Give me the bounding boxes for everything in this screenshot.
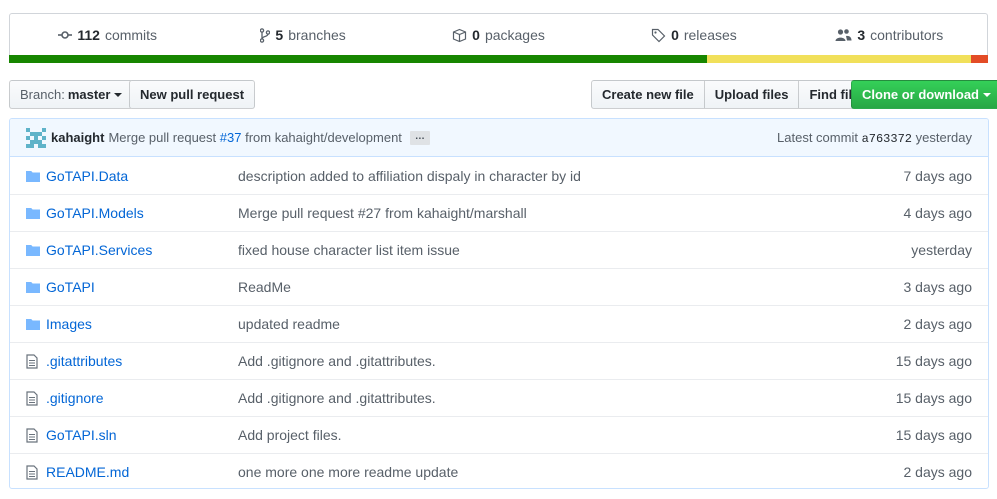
- branches-label: branches: [288, 27, 346, 43]
- file-commit-message-link[interactable]: updated readme: [238, 316, 904, 332]
- commit-message[interactable]: Merge pull request #37 from kahaight/dev…: [108, 130, 401, 145]
- people-icon: [835, 29, 852, 41]
- file-row: GoTAPI.Services fixed house character lis…: [10, 231, 988, 268]
- file-name-link[interactable]: .gitignore: [46, 390, 238, 406]
- branch-name: master: [67, 87, 111, 102]
- releases-count: 0: [671, 27, 679, 43]
- folder-icon: [10, 244, 46, 256]
- file-commit-age: yesterday: [911, 242, 972, 258]
- file-name-link[interactable]: GoTAPI.Data: [46, 168, 238, 184]
- commit-author[interactable]: kahaight: [51, 130, 104, 145]
- pull-request-link[interactable]: #37: [220, 130, 242, 145]
- latest-commit-label: Latest commit: [777, 129, 858, 145]
- commit-age: yesterday: [915, 129, 972, 145]
- branch-prefix: Branch:: [20, 87, 65, 102]
- file-commit-message-link[interactable]: one more one more readme update: [238, 464, 904, 480]
- file-navigation: Branch: master New pull request Create n…: [9, 80, 997, 109]
- language-bar[interactable]: [9, 55, 988, 63]
- commit-icon: [58, 31, 73, 39]
- file-name-link[interactable]: README.md: [46, 464, 238, 480]
- file-commit-age: 2 days ago: [903, 316, 973, 332]
- folder-icon: [10, 170, 46, 182]
- language-segment[interactable]: [971, 55, 988, 63]
- branches-link[interactable]: 5 branches: [205, 27, 400, 43]
- commit-message-suffix: from kahaight/development: [245, 130, 402, 145]
- file-commit-message-link[interactable]: Add .gitignore and .gitattributes.: [238, 390, 896, 406]
- file-name-link[interactable]: .gitattributes: [46, 353, 238, 369]
- language-segment[interactable]: [9, 55, 708, 63]
- file-commit-age: 15 days ago: [895, 427, 972, 443]
- clone-label: Clone or download: [862, 87, 979, 102]
- commits-label: commits: [104, 27, 158, 43]
- file-commit-message-link[interactable]: Add project files.: [238, 427, 896, 443]
- expand-commit-button[interactable]: …: [409, 130, 430, 145]
- language-segment[interactable]: [707, 55, 972, 63]
- file-icon: [10, 353, 46, 369]
- folder-icon: [10, 318, 46, 330]
- branch-icon: [260, 27, 271, 43]
- package-icon: [453, 28, 467, 42]
- repo-summary: 112 commits 5 branches 0 packages 0 rele…: [9, 13, 988, 63]
- packages-label: packages: [484, 27, 545, 43]
- file-name-link[interactable]: GoTAPI.Models: [46, 205, 238, 221]
- create-new-file-button[interactable]: Create new file: [591, 80, 705, 109]
- folder-icon: [10, 281, 46, 293]
- file-commit-message-link[interactable]: description added to affiliation dispaly…: [238, 168, 904, 184]
- commit-message-prefix: Merge pull request: [108, 130, 217, 145]
- file-commit-age: 7 days ago: [903, 167, 973, 184]
- file-commit-age: 3 days ago: [903, 279, 973, 295]
- contributors-label: contributors: [870, 27, 944, 43]
- releases-link[interactable]: 0 releases: [596, 27, 791, 43]
- new-pull-request-button[interactable]: New pull request: [129, 80, 256, 109]
- commit-sha-link[interactable]: a763372: [862, 132, 912, 146]
- file-row: .gitattributes Add .gitignore and .gitatt…: [10, 342, 988, 379]
- file-list: kahaight Merge pull request #37 from kah…: [9, 118, 989, 489]
- tag-icon: [651, 28, 666, 42]
- file-actions-group: Create new file Upload files Find file: [591, 80, 871, 109]
- file-icon: [10, 427, 46, 443]
- file-commit-age: 15 days ago: [895, 390, 972, 406]
- branch-select-button[interactable]: Branch: master: [9, 80, 134, 109]
- avatar[interactable]: [26, 127, 46, 148]
- commits-link[interactable]: 112 commits: [10, 27, 205, 43]
- releases-label: releases: [683, 27, 737, 43]
- file-commit-message-link[interactable]: fixed house character list item issue: [238, 242, 911, 258]
- file-name-link[interactable]: Images: [46, 316, 238, 332]
- branches-count: 5: [275, 27, 284, 43]
- file-row: README.md one more one more readme update…: [10, 453, 988, 488]
- file-row: GoTAPI.Models Merge pull request #27 from…: [10, 194, 988, 231]
- caret-down-icon: [983, 92, 991, 97]
- contributors-link[interactable]: 3 contributors: [792, 27, 987, 43]
- file-commit-age: 15 days ago: [895, 353, 972, 369]
- file-commit-age: 4 days ago: [903, 205, 973, 221]
- file-commit-message-link[interactable]: ReadMe: [238, 279, 904, 295]
- file-commit-age: 2 days ago: [903, 464, 973, 480]
- latest-commit-info: Latest commit a763372 yesterday: [777, 130, 972, 146]
- file-rows: GoTAPI.Data description added to affiliat…: [10, 157, 988, 488]
- caret-down-icon: [114, 92, 123, 97]
- file-row: Images updated readme 2 days ago: [10, 305, 988, 342]
- file-name-link[interactable]: GoTAPI.Services: [46, 242, 238, 258]
- file-icon: [10, 464, 46, 480]
- upload-files-button[interactable]: Upload files: [703, 80, 800, 109]
- packages-link[interactable]: 0 packages: [401, 27, 596, 43]
- file-row: GoTAPI ReadMe 3 days ago: [10, 268, 988, 305]
- packages-count: 0: [472, 27, 480, 43]
- contributors-count: 3: [857, 27, 866, 43]
- file-commit-message-link[interactable]: Add .gitignore and .gitattributes.: [238, 353, 896, 369]
- folder-icon: [10, 207, 46, 219]
- file-commit-message-link[interactable]: Merge pull request #27 from kahaight/mar…: [238, 205, 904, 221]
- file-row: .gitignore Add .gitignore and .gitattribu…: [10, 379, 988, 416]
- file-row: GoTAPI.Data description added to affiliat…: [10, 157, 988, 194]
- file-name-link[interactable]: GoTAPI: [46, 279, 238, 295]
- file-icon: [10, 390, 46, 406]
- file-row: GoTAPI.sln Add project files. 15 days ago: [10, 416, 988, 453]
- latest-commit-bar: kahaight Merge pull request #37 from kah…: [10, 119, 988, 157]
- clone-or-download-button[interactable]: Clone or download: [851, 80, 997, 109]
- file-name-link[interactable]: GoTAPI.sln: [46, 427, 238, 443]
- commits-count: 112: [77, 27, 100, 43]
